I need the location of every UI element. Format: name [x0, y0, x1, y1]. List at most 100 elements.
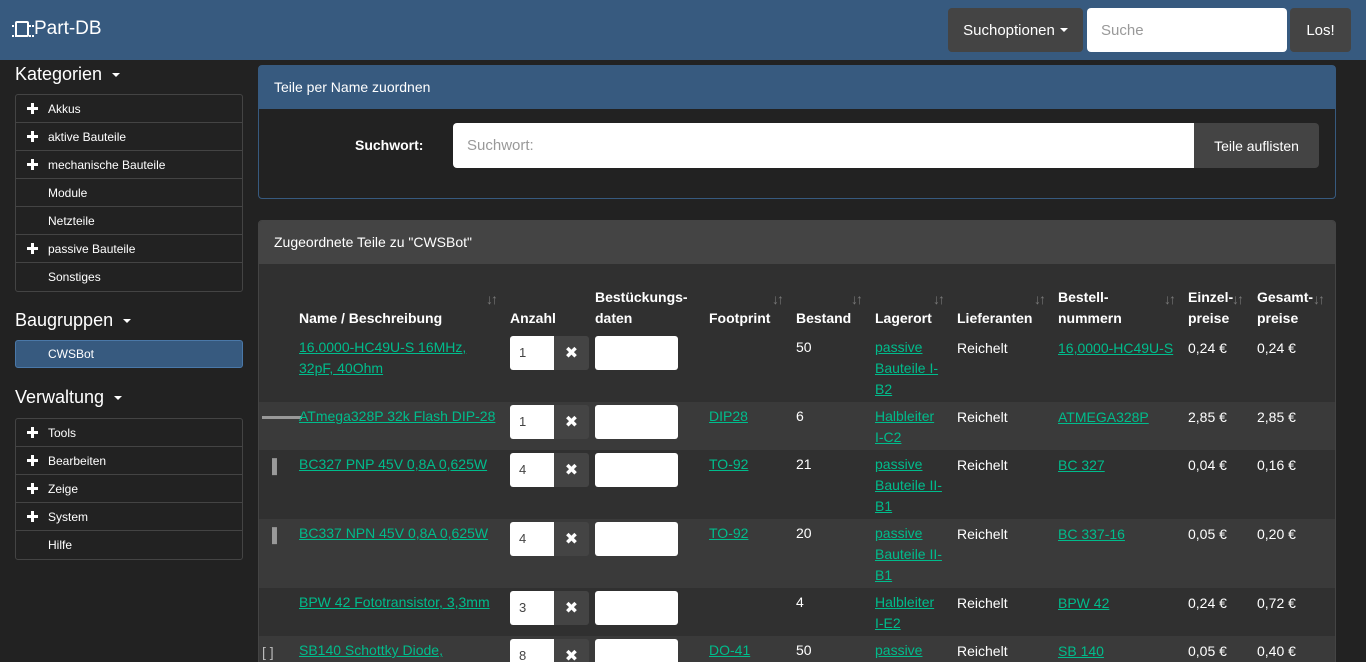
sidebar-item-passive-bauteile[interactable]: passive Bauteile [16, 235, 242, 263]
sort-icon[interactable]: ↓↑ [1232, 291, 1244, 307]
part-name-link[interactable]: BPW 42 Fototransistor, 3,3mm [299, 592, 509, 613]
sidebar-item-aktive-bauteile[interactable]: aktive Bauteile [16, 123, 242, 151]
admin-heading[interactable]: Verwaltung [15, 387, 123, 408]
mount-data-input[interactable] [595, 453, 678, 487]
caret-down-icon [114, 396, 123, 401]
sidebar-item-akkus[interactable]: Akkus [16, 95, 242, 123]
part-thumbnail[interactable]: ▌ [272, 458, 282, 474]
order-number-link[interactable]: ATMEGA328P [1058, 407, 1149, 428]
remove-icon[interactable]: ✖ [554, 591, 589, 625]
part-thumbnail[interactable]: [ ] [262, 644, 274, 660]
mount-data-input[interactable] [595, 591, 678, 625]
mount-data-input[interactable] [595, 405, 678, 439]
sort-icon[interactable]: ↓↑ [1313, 291, 1325, 307]
part-name-link[interactable]: SB140 Schottky Diode, [299, 640, 509, 661]
col-location-header[interactable]: Lagerort [875, 308, 932, 329]
navbar: Part-DB Suchoptionen Los! [0, 0, 1366, 60]
sort-icon[interactable]: ↓↑ [933, 291, 945, 307]
sidebar-item-system[interactable]: System [16, 503, 242, 531]
location-link[interactable]: passive Bauteile I-B2 [875, 337, 953, 400]
col-footprint-header[interactable]: Footprint [709, 308, 770, 329]
sort-icon[interactable]: ↓↑ [772, 291, 784, 307]
location-link[interactable]: passive [875, 640, 953, 661]
col-name-header[interactable]: Name / Beschreibung [299, 308, 442, 329]
sort-icon[interactable]: ↓↑ [486, 291, 498, 307]
sidebar-item-cwsbot[interactable]: CWSBot [15, 340, 243, 368]
order-number-link[interactable]: BPW 42 [1058, 593, 1109, 614]
sidebar-item-zeige[interactable]: Zeige [16, 475, 242, 503]
remove-icon[interactable]: ✖ [554, 405, 589, 439]
quantity-input[interactable]: 1 [510, 336, 554, 370]
col-total-price-header[interactable]: Gesamt-preise [1257, 287, 1313, 329]
total-price: 0,72 € [1257, 595, 1296, 611]
sidebar-item-netzteile[interactable]: Netzteile [16, 207, 242, 235]
plus-icon[interactable] [27, 427, 38, 438]
part-thumbnail[interactable]: ▬▬▬▬ [262, 411, 302, 422]
col-order-line2: nummern [1058, 310, 1122, 326]
go-button[interactable]: Los! [1290, 8, 1351, 52]
part-name-link[interactable]: 16.0000-HC49U-S 16MHz, 32pF, 40Ohm [299, 337, 504, 379]
supplier-value: Reichelt [957, 409, 1008, 425]
order-number-link[interactable]: BC 327 [1058, 455, 1105, 476]
sidebar-item-module[interactable]: Module [16, 179, 242, 207]
sidebar-item-bearbeiten[interactable]: Bearbeiten [16, 447, 242, 475]
sidebar-item-tools[interactable]: Tools [16, 419, 242, 447]
col-stock-header[interactable]: Bestand [796, 308, 851, 329]
part-name-link[interactable]: BC337 NPN 45V 0,8A 0,625W [299, 523, 509, 544]
search-input[interactable] [1087, 8, 1287, 52]
part-name-link[interactable]: ATmega328P 32k Flash DIP-28 [299, 406, 509, 427]
quantity-input[interactable]: 3 [510, 591, 554, 625]
quantity-input[interactable]: 8 [510, 639, 554, 662]
order-number-link[interactable]: BC 337-16 [1058, 524, 1125, 545]
supplier-value: Reichelt [957, 457, 1008, 473]
part-name-link[interactable]: BC327 PNP 45V 0,8A 0,625W [299, 454, 509, 475]
col-unit-price-header[interactable]: Einzel-preise [1188, 287, 1233, 329]
col-supplier-header[interactable]: Lieferanten [957, 308, 1032, 329]
location-link[interactable]: passive Bauteile II-B1 [875, 454, 953, 517]
plus-icon[interactable] [27, 159, 38, 170]
list-parts-button[interactable]: Teile auflisten [1194, 123, 1319, 168]
plus-icon[interactable] [27, 511, 38, 522]
order-number-link[interactable]: SB 140 [1058, 641, 1104, 662]
sort-icon[interactable]: ↓↑ [1164, 291, 1176, 307]
plus-icon[interactable] [27, 455, 38, 466]
location-link[interactable]: Halbleiter I-E2 [875, 592, 945, 634]
categories-heading[interactable]: Kategorien [15, 64, 121, 85]
plus-icon[interactable] [27, 243, 38, 254]
sidebar-item-sonstiges[interactable]: Sonstiges [16, 263, 242, 291]
quantity-input[interactable]: 4 [510, 453, 554, 487]
brand[interactable]: Part-DB [12, 18, 102, 40]
plus-icon[interactable] [27, 483, 38, 494]
order-number-link[interactable]: 16,0000-HC49U-S [1058, 338, 1173, 359]
footprint-link[interactable]: TO-92 [709, 523, 748, 544]
search-term-input[interactable] [453, 123, 1195, 168]
assemblies-heading[interactable]: Baugruppen [15, 310, 132, 331]
search-options-button[interactable]: Suchoptionen [948, 8, 1083, 52]
location-link[interactable]: passive Bauteile II-B1 [875, 523, 953, 586]
remove-icon[interactable]: ✖ [554, 522, 589, 556]
sidebar-item-label: Tools [48, 425, 77, 440]
quantity-input[interactable]: 1 [510, 405, 554, 439]
mount-data-input[interactable] [595, 639, 678, 662]
sidebar-item-mechanische-bauteile[interactable]: mechanische Bauteile [16, 151, 242, 179]
sort-icon[interactable]: ↓↑ [851, 291, 863, 307]
location-link[interactable]: Halbleiter I-C2 [875, 406, 945, 448]
mount-data-input[interactable] [595, 522, 678, 556]
mount-data-input[interactable] [595, 336, 678, 370]
sidebar-item-label: passive Bauteile [48, 241, 136, 256]
remove-icon[interactable]: ✖ [554, 336, 589, 370]
total-price: 0,16 € [1257, 457, 1296, 473]
remove-icon[interactable]: ✖ [554, 453, 589, 487]
col-order-header[interactable]: Bestell-nummern [1058, 287, 1122, 329]
footprint-link[interactable]: DIP28 [709, 406, 748, 427]
footprint-link[interactable]: DO-41 [709, 640, 750, 661]
footprint-link[interactable]: TO-92 [709, 454, 748, 475]
plus-icon[interactable] [27, 103, 38, 114]
plus-icon[interactable] [27, 131, 38, 142]
sort-icon[interactable]: ↓↑ [1034, 291, 1046, 307]
quantity-input[interactable]: 4 [510, 522, 554, 556]
sidebar-item-label: System [48, 509, 89, 524]
remove-icon[interactable]: ✖ [554, 639, 589, 662]
part-thumbnail[interactable]: ▌ [272, 527, 282, 543]
sidebar-item-hilfe[interactable]: Hilfe [16, 531, 242, 559]
